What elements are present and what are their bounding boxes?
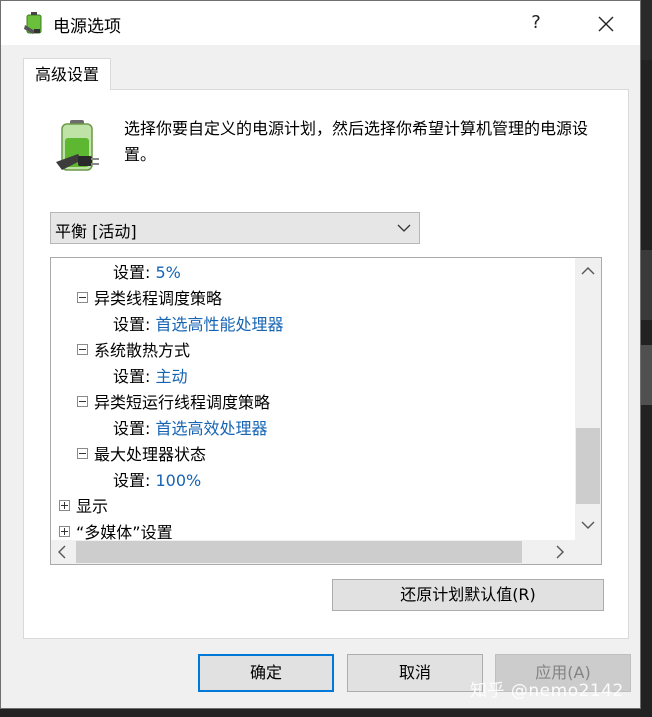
close-button[interactable] — [583, 5, 629, 41]
scroll-up-icon[interactable] — [581, 266, 595, 276]
tree-row-group[interactable]: 最大处理器状态 — [77, 442, 206, 468]
tree-row-setting[interactable]: 设置: 5% — [113, 260, 181, 286]
tree-row-setting[interactable]: 设置: 100% — [113, 468, 201, 494]
group-label: 异类线程调度策略 — [94, 289, 223, 308]
chevron-down-icon — [397, 224, 411, 232]
scroll-down-icon[interactable] — [581, 520, 595, 530]
group-label: 最大处理器状态 — [94, 445, 207, 464]
tree-row-group[interactable]: 系统散热方式 — [77, 338, 190, 364]
setting-value-link[interactable]: 100% — [155, 471, 201, 490]
tree-row-setting[interactable]: 设置: 主动 — [113, 364, 188, 390]
restore-defaults-button[interactable]: 还原计划默认值(R) — [332, 579, 604, 611]
horizontal-scrollbar[interactable] — [51, 540, 575, 564]
title-bar: 电源选项 ? — [1, 1, 640, 45]
vertical-scrollbar[interactable] — [575, 258, 601, 540]
setting-value-link[interactable]: 5% — [155, 263, 180, 282]
battery-plug-icon — [56, 120, 99, 171]
setting-value-link[interactable]: 主动 — [155, 367, 187, 386]
collapse-icon[interactable] — [77, 344, 88, 355]
scrollbar-corner — [575, 540, 601, 564]
tree-row-setting[interactable]: 设置: 首选高性能处理器 — [113, 312, 284, 338]
setting-label: 设置: — [113, 315, 156, 334]
collapse-icon[interactable] — [77, 396, 88, 407]
tree-row-group[interactable]: 异类短运行线程调度策略 — [77, 390, 270, 416]
setting-label: 设置: — [113, 471, 156, 490]
collapse-icon[interactable] — [77, 448, 88, 459]
scroll-left-icon[interactable] — [57, 545, 67, 559]
group-label: 显示 — [76, 497, 109, 516]
cancel-button[interactable]: 取消 — [347, 654, 483, 692]
group-label: 系统散热方式 — [94, 341, 191, 360]
setting-label: 设置: — [113, 367, 156, 386]
advanced-settings-panel: 选择你要自定义的电源计划，然后选择你希望计算机管理的电源设置。 平衡 [活动] … — [23, 89, 629, 639]
help-button[interactable]: ? — [513, 5, 559, 41]
ok-button[interactable]: 确定 — [198, 654, 334, 692]
tree-row-setting[interactable]: 设置: 首选高效处理器 — [113, 416, 268, 442]
power-options-icon — [24, 12, 42, 34]
window-title: 电源选项 — [53, 17, 121, 37]
power-plan-value: 平衡 [活动] — [55, 222, 137, 241]
horizontal-scroll-thumb[interactable] — [76, 541, 522, 563]
tree-row-group[interactable]: 异类线程调度策略 — [77, 286, 222, 312]
setting-value-link[interactable]: 首选高性能处理器 — [155, 315, 283, 334]
power-options-dialog: 电源选项 ? 高级设置 选择你要自定义的电源计划，然后选择你希望计算机管理的电源… — [0, 0, 641, 709]
setting-label: 设置: — [113, 263, 156, 282]
tree-row-group[interactable]: 显示 — [59, 494, 108, 520]
expand-icon[interactable] — [59, 526, 70, 537]
close-icon — [598, 16, 614, 31]
group-label: 异类短运行线程调度策略 — [94, 393, 271, 412]
description-text: 选择你要自定义的电源计划，然后选择你希望计算机管理的电源设置。 — [124, 119, 589, 164]
power-plan-dropdown[interactable]: 平衡 [活动] — [50, 212, 420, 244]
expand-icon[interactable] — [59, 500, 70, 511]
tab-advanced-settings[interactable]: 高级设置 — [23, 58, 111, 90]
setting-label: 设置: — [113, 419, 156, 438]
collapse-icon[interactable] — [77, 292, 88, 303]
settings-tree[interactable]: 设置: 5% 异类线程调度策略 设置: 首选高性能处理器 系统散热方式 设置: … — [50, 257, 602, 565]
watermark-text: 知乎 @nemo2142 — [470, 681, 624, 701]
setting-value-link[interactable]: 首选高效处理器 — [155, 419, 267, 438]
vertical-scroll-thumb[interactable] — [576, 428, 600, 504]
scroll-right-icon[interactable] — [555, 545, 565, 559]
